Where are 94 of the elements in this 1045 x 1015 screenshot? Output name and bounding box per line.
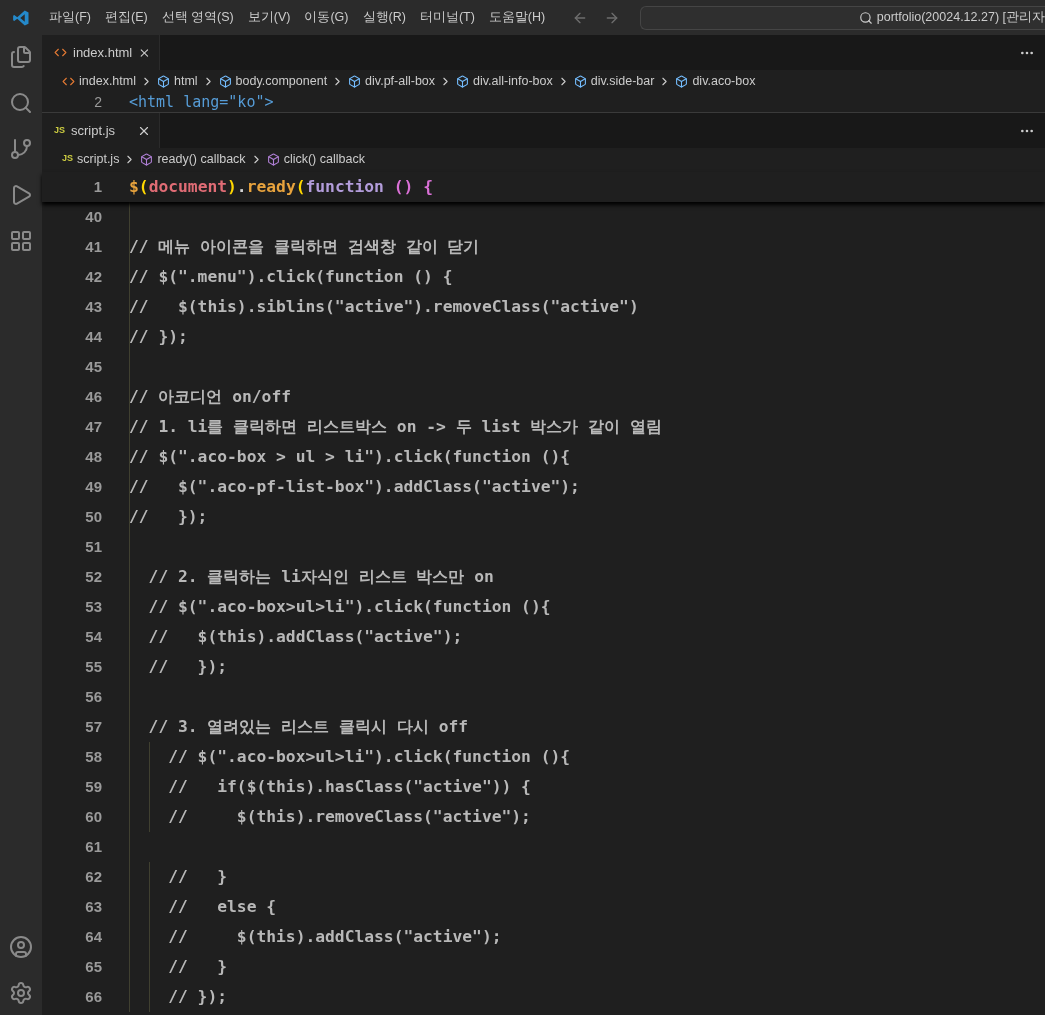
line-number: 64 [84,926,103,947]
line-number: 50 [84,506,103,527]
breadcrumb-item[interactable]: div.all-info-box [473,71,553,91]
extensions-icon[interactable] [9,229,33,253]
menu-item[interactable]: 이동(G) [297,8,356,27]
account-icon[interactable] [9,935,33,959]
cube-icon [266,152,280,166]
menu-item[interactable]: 보기(V) [240,8,298,27]
code-line: // else { [167,895,277,918]
menu-item[interactable]: 실행(R) [355,8,413,27]
js-file-icon: JS [54,123,65,138]
line-number: 56 [84,686,103,707]
code-line: // 3. 열려있는 리스트 클릭시 다시 off [147,715,469,738]
line-number: 59 [84,776,103,797]
line-number: 63 [84,896,103,917]
branch-icon[interactable] [9,137,33,161]
html-file-icon [54,46,67,59]
line-number: 66 [84,986,103,1007]
app-logo-icon [12,8,30,27]
line-number: 46 [84,386,103,407]
search-icon[interactable] [9,91,33,115]
line-number: 44 [84,326,103,347]
code-line: // $(".menu").click(function () { [129,265,453,288]
files-icon[interactable] [9,45,33,69]
editor-tab[interactable]: JS script.js [42,113,160,148]
line-number: 48 [84,446,103,467]
line-number: 47 [84,416,103,437]
breadcrumb-item[interactable]: html [174,71,198,91]
line-number: 65 [84,956,103,977]
code-line: // if($(this).hasClass("active")) { [167,775,531,798]
code-line: // $(this).siblins("active").removeClass("active") [129,295,639,318]
breadcrumb-item[interactable]: div.aco-box [692,71,756,91]
cube-icon [218,74,232,88]
line-number: 2 [93,92,103,112]
code-line: // }); [129,325,188,348]
line-number: 41 [84,236,103,257]
line-number: 52 [84,566,103,587]
code-line: // $(".aco-pf-list-box").addClass("active"); [129,475,580,498]
code-line: // 1. li를 클릭하면 리스트박스 on -> 두 list 박스가 같이 열림 [129,415,663,438]
menu-item[interactable]: 편집(E) [97,8,155,27]
js-file-icon: JS [62,152,73,166]
code-line: // $(".aco-box > ul > li").click(function (){ [129,445,571,468]
cube-icon [573,74,587,88]
cube-icon [140,152,154,166]
breadcrumb-item[interactable]: div.side-bar [590,71,655,91]
breadcrumb-item[interactable]: ready() callback [157,149,246,169]
code-line: // $(this).addClass("active"); [147,625,463,648]
search-icon [858,10,873,25]
code-line: // $(this).removeClass("active"); [167,805,531,828]
line-number: 40 [84,206,103,227]
menu-item[interactable]: 도움말(H) [481,8,553,27]
menu-item[interactable]: 파일(F) [42,8,98,27]
line-number: 57 [84,716,103,737]
code-line: // } [167,955,228,978]
breadcrumb-item[interactable]: div.pf-all-box [365,71,436,91]
cube-icon [456,74,470,88]
code-line: // }); [129,505,208,528]
line-number: 54 [84,626,103,647]
settings-icon[interactable] [9,981,33,1005]
line-number: 49 [84,476,103,497]
code-line: <html lang="ko"> [128,91,274,113]
command-center[interactable]: portfolio(20024.12.27) [관리자 [640,5,1045,30]
code-line: // } [167,865,228,888]
line-number: 60 [84,806,103,827]
breadcrumb-item[interactable]: index.html [79,71,136,91]
code-line: // 2. 클릭하는 li자식인 리스트 박스만 on [147,565,494,588]
cube-icon [157,74,170,88]
editor-tab[interactable]: index.html [42,35,160,70]
line-number: 43 [84,296,103,317]
line-number: 61 [84,836,103,857]
line-number: 45 [84,356,103,377]
window-title: portfolio(20024.12.27) [관리자 [876,9,1045,27]
code-line: // $(".aco-box>ul>li").click(function (){ [167,745,571,768]
code-line: // $(".aco-box>ul>li").click(function (){ [147,595,551,618]
breadcrumb-item[interactable]: body.component [235,71,328,91]
code-line: // }); [147,655,228,678]
menu-item[interactable]: 터미널(T) [412,8,482,27]
cube-icon [675,74,689,88]
line-number: 62 [84,866,103,887]
code-line: // 아코디언 on/off [129,385,292,408]
line-number: 51 [84,536,103,557]
code-line: // 메뉴 아이콘을 클릭하면 검색창 같이 닫기 [129,235,480,258]
code-line: // $(this).addClass("active"); [167,925,502,948]
breadcrumb-item[interactable]: click() callback [283,149,365,169]
line-number: 53 [84,596,103,617]
code-line: // }); [167,985,228,1008]
line-number: 55 [84,656,103,677]
breadcrumb-item[interactable]: script.js [77,149,120,169]
cube-icon [348,74,362,88]
line-number: 58 [84,746,103,767]
line-number: 42 [84,266,103,287]
menu-item[interactable]: 선택 영역(S) [154,8,241,27]
line-number: 1 [92,176,103,197]
code-line: $(document).ready(function () { [129,175,433,198]
